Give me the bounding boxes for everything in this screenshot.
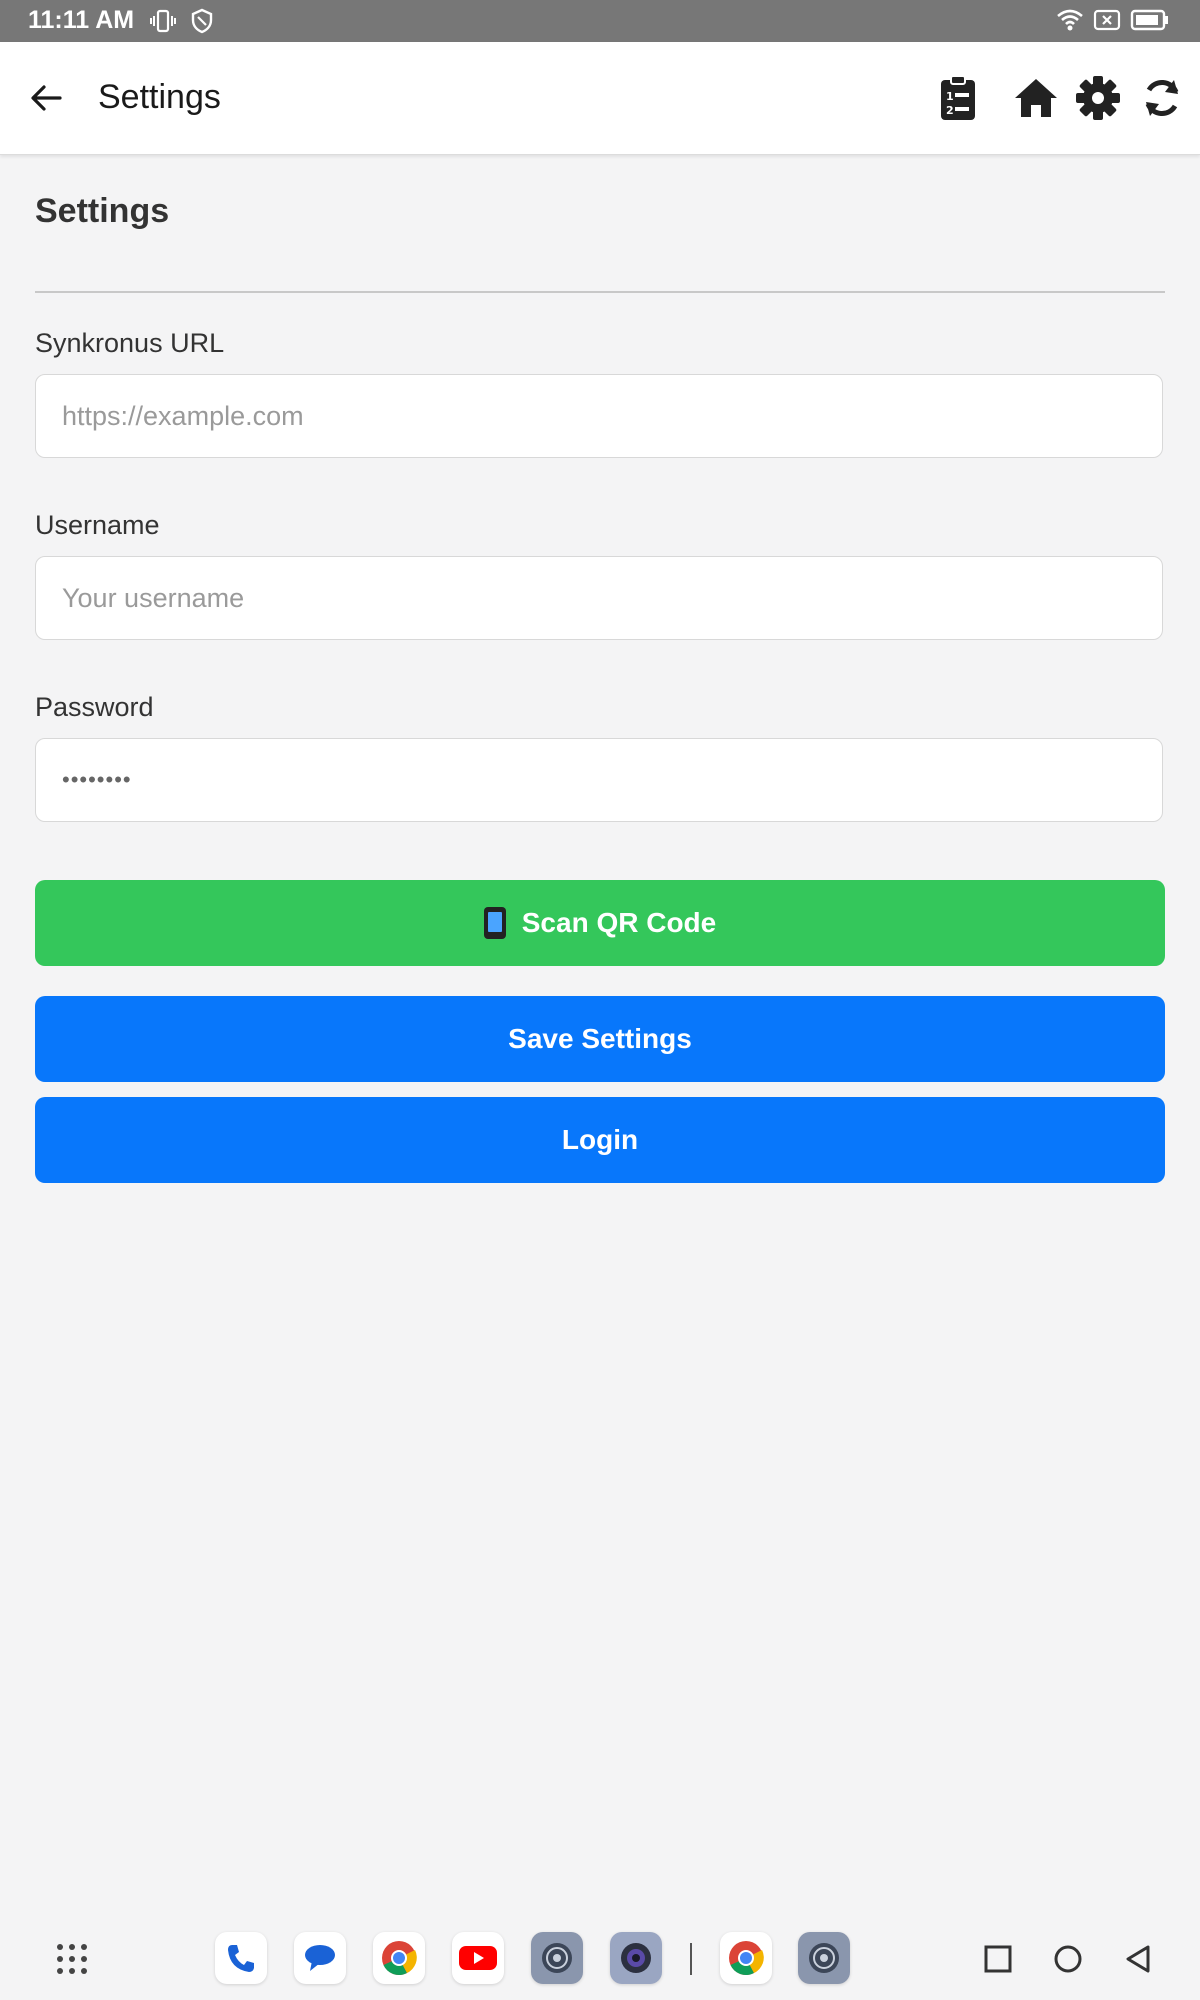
battery-icon <box>1130 9 1168 31</box>
gear-icon[interactable] <box>1074 74 1122 122</box>
login-button[interactable]: Login <box>35 1097 1165 1183</box>
password-input[interactable]: •••••••• <box>35 738 1163 822</box>
status-bar: 11:11 AM <box>0 0 1200 42</box>
chat-bubble-icon <box>305 1945 335 1971</box>
login-label: Login <box>561 1124 639 1155</box>
chrome-logo-icon <box>729 1941 764 1976</box>
svg-text:1: 1 <box>946 90 954 103</box>
settings-recent-app-icon[interactable] <box>798 1932 850 1984</box>
camera-lens-icon <box>621 1943 651 1973</box>
messages-app-icon[interactable] <box>294 1932 346 1984</box>
username-label: Username <box>35 510 160 540</box>
app-drawer-icon[interactable] <box>50 1937 94 1981</box>
url-input[interactable] <box>35 374 1163 458</box>
chrome-recent-app-icon[interactable] <box>720 1932 772 1984</box>
back-button-icon[interactable] <box>1116 1937 1160 1981</box>
clipboard-list-icon[interactable]: 1 2 <box>934 74 982 122</box>
save-settings-button[interactable]: Save Settings <box>35 996 1165 1082</box>
status-time: 11:11 AM <box>28 6 135 34</box>
vibrate-icon <box>150 9 176 33</box>
dock-divider <box>690 1943 692 1975</box>
app-bar-title: Settings <box>98 78 221 116</box>
recents-button-icon[interactable] <box>976 1937 1020 1981</box>
settings-gear-icon <box>809 1943 839 1973</box>
camera-app-icon[interactable] <box>610 1932 662 1984</box>
settings-app-icon[interactable] <box>531 1932 583 1984</box>
scan-qr-label: Scan QR Code <box>521 907 717 938</box>
password-label: Password <box>35 692 154 722</box>
sync-icon[interactable] <box>1138 74 1186 122</box>
mobile-phone-icon <box>483 907 506 939</box>
home-button-icon[interactable] <box>1046 1937 1090 1981</box>
svg-text:2: 2 <box>946 104 954 117</box>
url-label: Synkronus URL <box>35 328 225 358</box>
save-settings-label: Save Settings <box>508 1023 692 1054</box>
page-heading: Settings <box>35 192 170 230</box>
wifi-icon <box>1057 9 1083 31</box>
chrome-app-icon[interactable] <box>373 1932 425 1984</box>
app-bar: Settings 1 2 <box>0 42 1200 155</box>
scan-qr-button[interactable]: Scan QR Code <box>35 880 1165 966</box>
chrome-logo-icon <box>382 1941 417 1976</box>
shield-icon <box>191 8 213 34</box>
home-icon[interactable] <box>1012 74 1060 122</box>
phone-app-icon[interactable] <box>215 1932 267 1984</box>
settings-gear-icon <box>542 1943 572 1973</box>
sim-x-icon <box>1093 9 1121 31</box>
password-value: •••••••• <box>62 767 132 792</box>
youtube-app-icon[interactable] <box>452 1932 504 1984</box>
username-input[interactable] <box>35 556 1163 640</box>
back-arrow-icon[interactable] <box>26 78 66 118</box>
nav-bar <box>0 1915 1200 2000</box>
phone-handset-icon <box>228 1945 254 1972</box>
divider <box>35 291 1165 293</box>
youtube-logo-icon <box>459 1946 497 1970</box>
